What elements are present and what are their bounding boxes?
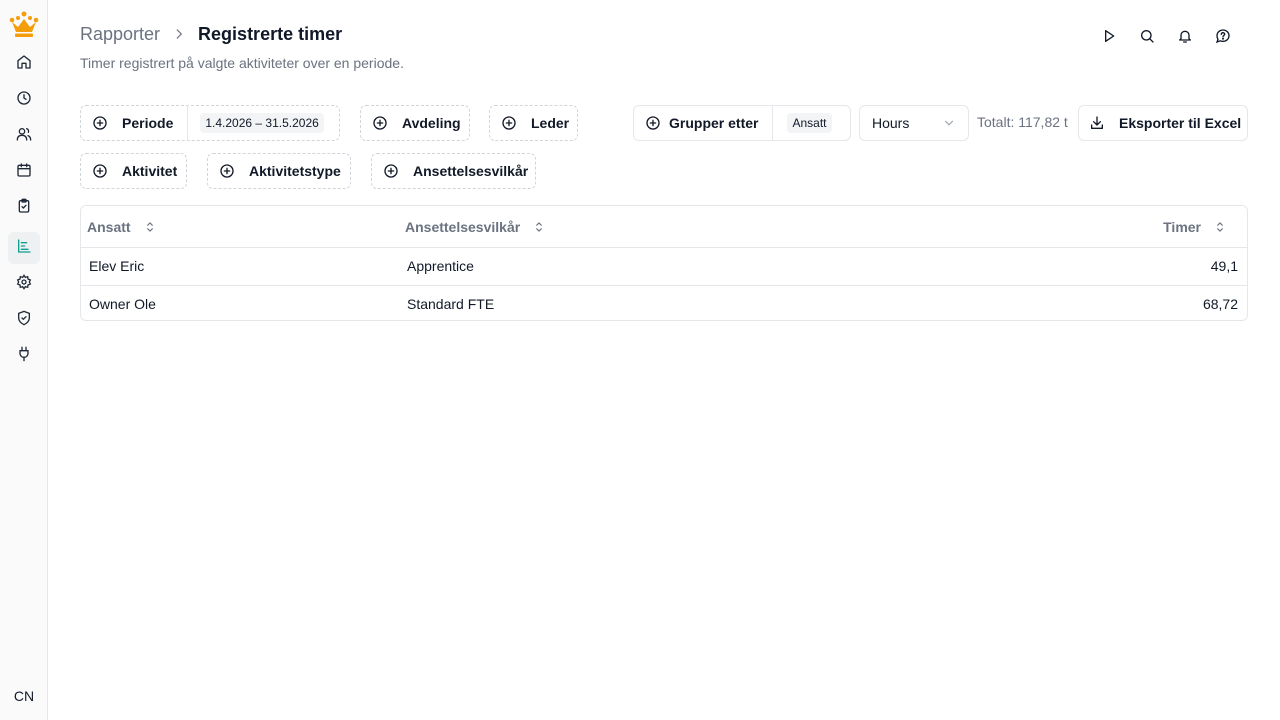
help-circle-icon[interactable] xyxy=(1214,24,1232,48)
filter-leder-label: Leder xyxy=(531,115,570,131)
divider xyxy=(772,105,774,141)
filter-aktivitet[interactable]: Aktivitet xyxy=(80,153,187,189)
table-row[interactable]: Owner Ole Standard FTE 68,72 xyxy=(81,285,1247,320)
filter-aktivitetstype-label: Aktivitetstype xyxy=(249,163,341,179)
export-excel-button[interactable]: Eksporter til Excel xyxy=(1078,105,1248,141)
filter-ansettelsesvilkar[interactable]: Ansettelsesvilkår xyxy=(371,153,536,189)
table-row[interactable]: Elev Eric Apprentice 49,1 xyxy=(81,248,1247,285)
main-content: Rapporter Registrerte timer Timer regist… xyxy=(48,0,1280,720)
plus-circle-icon xyxy=(92,163,108,179)
group-by-label: Grupper etter xyxy=(669,115,759,131)
column-header-ansatt[interactable]: Ansatt xyxy=(87,206,157,247)
column-label: Ansatt xyxy=(87,218,131,235)
sort-icon xyxy=(1201,220,1227,234)
cell-timer: 49,1 xyxy=(1210,258,1238,274)
chevron-right-icon xyxy=(172,27,186,41)
column-label: Ansettelsesvilkår xyxy=(405,218,521,235)
nav-home[interactable] xyxy=(8,48,40,80)
download-icon xyxy=(1079,115,1119,131)
chevron-down-icon xyxy=(942,116,956,130)
filter-avdeling[interactable]: Avdeling xyxy=(360,105,470,141)
plus-circle-icon xyxy=(501,115,517,131)
column-label: Timer xyxy=(1163,218,1201,235)
sort-icon xyxy=(131,220,157,234)
cell-ansettelsesvilkar: Standard FTE xyxy=(407,296,495,312)
page-title: Registrerte timer xyxy=(198,23,343,44)
nav-employees[interactable] xyxy=(8,120,40,152)
nav-integrations[interactable] xyxy=(8,340,40,372)
filter-aktivitet-label: Aktivitet xyxy=(122,163,178,179)
top-actions xyxy=(1100,24,1232,48)
nav-security[interactable] xyxy=(8,304,40,336)
column-header-timer[interactable]: Timer xyxy=(1163,206,1227,247)
nav-calendar[interactable] xyxy=(8,156,40,188)
play-icon[interactable] xyxy=(1100,24,1118,48)
filter-ansettelsesvilkar-label: Ansettelsesvilkår xyxy=(413,163,529,179)
plus-circle-icon xyxy=(645,115,661,131)
gear-icon xyxy=(16,273,32,295)
filter-aktivitetstype[interactable]: Aktivitetstype xyxy=(207,153,351,189)
shield-check-icon xyxy=(16,310,32,331)
export-excel-label: Eksporter til Excel xyxy=(1119,115,1242,131)
nav-reports[interactable] xyxy=(8,232,40,264)
bell-icon[interactable] xyxy=(1176,24,1194,48)
plug-icon xyxy=(16,346,32,367)
cell-ansatt: Elev Eric xyxy=(89,258,145,274)
filter-leder[interactable]: Leder xyxy=(489,105,578,141)
sort-icon xyxy=(520,220,546,234)
plus-circle-icon xyxy=(219,163,235,179)
users-icon xyxy=(16,126,32,147)
clipboard-check-icon xyxy=(16,198,32,219)
divider xyxy=(187,105,189,141)
plus-circle-icon xyxy=(372,115,388,131)
sidebar: CN xyxy=(0,0,48,720)
chart-icon xyxy=(16,238,32,259)
unit-select-value: Hours xyxy=(872,115,910,131)
nav-tasks[interactable] xyxy=(8,192,40,224)
period-chip: 1.4.2026 – 31.5.2026 xyxy=(200,113,324,133)
total-hours: Totalt: 117,82 t xyxy=(977,114,1068,130)
table-header: Ansatt Ansettelsesvilkår Timer xyxy=(81,206,1247,248)
filter-periode-label: Periode xyxy=(122,115,174,131)
home-icon xyxy=(16,54,32,75)
calendar-icon xyxy=(16,162,32,183)
cell-ansatt: Owner Ole xyxy=(89,296,156,312)
avatar[interactable]: CN xyxy=(8,680,40,712)
clock-icon xyxy=(16,90,32,111)
cell-ansettelsesvilkar: Apprentice xyxy=(407,258,474,274)
filter-periode[interactable]: Periode 1.4.2026 – 31.5.2026 xyxy=(80,105,340,141)
cell-timer: 68,72 xyxy=(1202,296,1238,312)
search-icon[interactable] xyxy=(1138,24,1156,48)
filter-avdeling-label: Avdeling xyxy=(402,115,461,131)
plus-circle-icon xyxy=(92,115,108,131)
column-header-ansettelsesvilkar[interactable]: Ansettelsesvilkår xyxy=(405,206,546,247)
nav-settings[interactable] xyxy=(8,268,40,300)
unit-select[interactable]: Hours xyxy=(859,105,969,141)
crown-icon[interactable] xyxy=(8,10,40,40)
group-by-chip: Ansatt xyxy=(787,113,832,133)
page-subtitle: Timer registrert på valgte aktiviteter o… xyxy=(80,55,404,71)
breadcrumb: Rapporter Registrerte timer xyxy=(80,23,342,45)
group-by-button[interactable]: Grupper etter Ansatt xyxy=(633,105,851,141)
nav-time[interactable] xyxy=(8,84,40,116)
plus-circle-icon xyxy=(383,163,399,179)
hours-table: Ansatt Ansettelsesvilkår Timer Elev Eric… xyxy=(80,205,1248,321)
breadcrumb-reports-link[interactable]: Rapporter xyxy=(80,24,160,45)
